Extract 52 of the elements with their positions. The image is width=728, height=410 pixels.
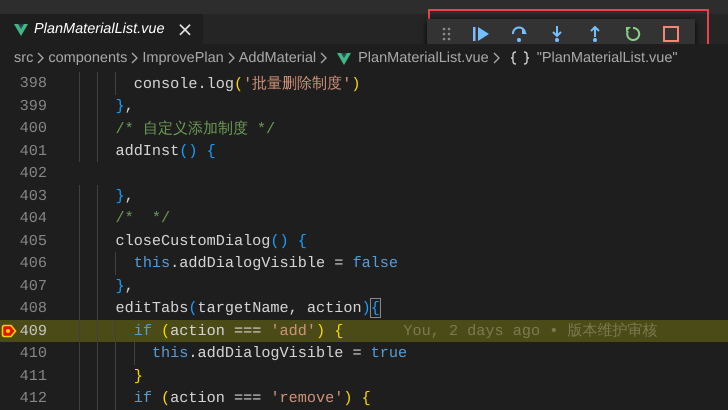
code-line: addInst() { <box>115 142 216 160</box>
line-number: 399 <box>19 96 47 115</box>
code-line: if (action === 'remove') { <box>134 389 371 408</box>
line-number: 402 <box>19 164 47 182</box>
code-line: console.log('批量删除制度') <box>134 74 360 94</box>
line-number: 398 <box>19 74 47 92</box>
code-line: }, <box>115 186 134 205</box>
restart-icon[interactable] <box>624 25 642 43</box>
line-number: 403 <box>19 186 47 205</box>
line-number: 412 <box>19 389 47 408</box>
breadcrumb-item[interactable]: ImprovePlan <box>142 50 224 66</box>
line-number: 411 <box>19 366 47 385</box>
line-number: 406 <box>19 254 47 272</box>
code-line: /* */ <box>115 209 170 228</box>
line-number: 405 <box>19 232 47 250</box>
code-line: this.addDialogVisible = false <box>134 254 398 272</box>
line-number: 404 <box>19 209 47 228</box>
line-number: 400 <box>19 119 47 138</box>
step-over-icon[interactable] <box>510 25 528 43</box>
code-line: /* 自定义添加制度 */ <box>115 118 276 139</box>
editor-tab[interactable]: PlanMaterialList.vue × <box>0 14 204 44</box>
code-line: }, <box>115 276 134 295</box>
line-number: 407 <box>19 276 47 295</box>
line-number: 408 <box>19 299 47 318</box>
chevron-icon <box>226 51 236 65</box>
chevron-icon <box>319 51 328 65</box>
chevron-icon <box>36 51 46 65</box>
breadcrumb-item[interactable]: src <box>14 50 34 66</box>
line-number: 410 <box>19 344 47 362</box>
gripper-icon[interactable] <box>441 26 452 42</box>
chevron-icon <box>492 51 501 65</box>
vue-file-icon <box>14 22 28 36</box>
chevron-icon <box>130 51 140 65</box>
code-line: this.addDialogVisible = true <box>152 344 408 362</box>
breakpoint-arrow-icon[interactable] <box>1 324 17 338</box>
code-line: }, <box>115 96 134 115</box>
line-number: 409 <box>19 322 47 340</box>
code-line: closeCustomDialog() { <box>115 232 307 250</box>
stop-icon[interactable] <box>662 25 680 43</box>
git-blame-annotation: You, 2 days ago • 版本维护审核 <box>403 321 658 342</box>
continue-icon[interactable] <box>472 25 490 43</box>
breadcrumb-item[interactable]: components <box>48 50 128 66</box>
breadcrumb-item[interactable]: AddMaterial <box>238 50 316 66</box>
braces-icon <box>510 51 530 65</box>
line-number: 401 <box>19 142 47 160</box>
close-button[interactable]: × <box>176 19 194 39</box>
code-line: editTabs(targetName, action){ <box>115 299 380 318</box>
vue-file-icon <box>337 52 352 64</box>
code-line: if (action === 'add') { <box>134 322 344 340</box>
breadcrumb-item[interactable]: PlanMaterialList.vue <box>358 50 489 66</box>
breadcrumb-item[interactable]: "PlanMaterialList.vue" <box>536 50 678 66</box>
code-line: } <box>134 366 143 385</box>
